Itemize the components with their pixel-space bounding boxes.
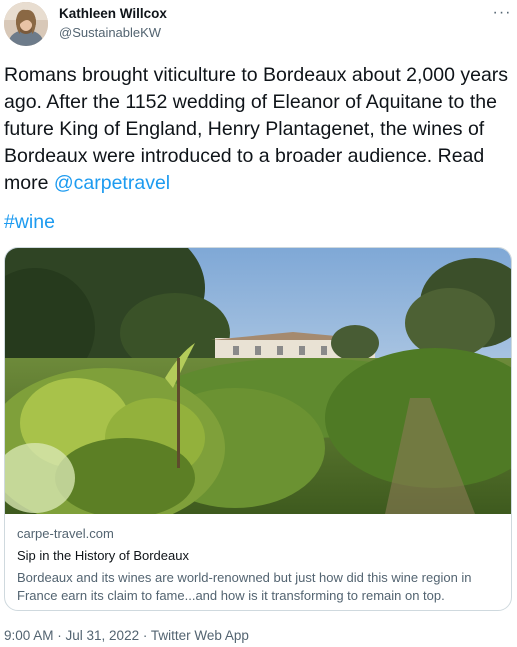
more-options-button[interactable]: ··· <box>491 2 513 24</box>
link-card[interactable]: carpe-travel.com Sip in the History of B… <box>4 247 512 611</box>
tweet-timestamp[interactable]: 9:00 AM · Jul 31, 2022 · Twitter Web App <box>4 628 249 643</box>
tweet-text: Romans brought viticulture to Bordeaux a… <box>4 62 514 197</box>
mention-link[interactable]: @carpetravel <box>54 172 170 194</box>
card-title: Sip in the History of Bordeaux <box>17 548 189 563</box>
card-description: Bordeaux and its wines are world-renowne… <box>17 570 472 603</box>
author-handle[interactable]: @SustainableKW <box>59 25 161 40</box>
more-horizontal-icon: ··· <box>492 4 512 21</box>
hashtag-link[interactable]: #wine <box>4 211 55 234</box>
card-domain: carpe-travel.com <box>17 526 114 541</box>
avatar[interactable] <box>4 2 48 46</box>
author-name[interactable]: Kathleen Willcox <box>59 6 167 21</box>
vineyard-image <box>5 248 511 514</box>
card-info: carpe-travel.com Sip in the History of B… <box>17 526 501 605</box>
